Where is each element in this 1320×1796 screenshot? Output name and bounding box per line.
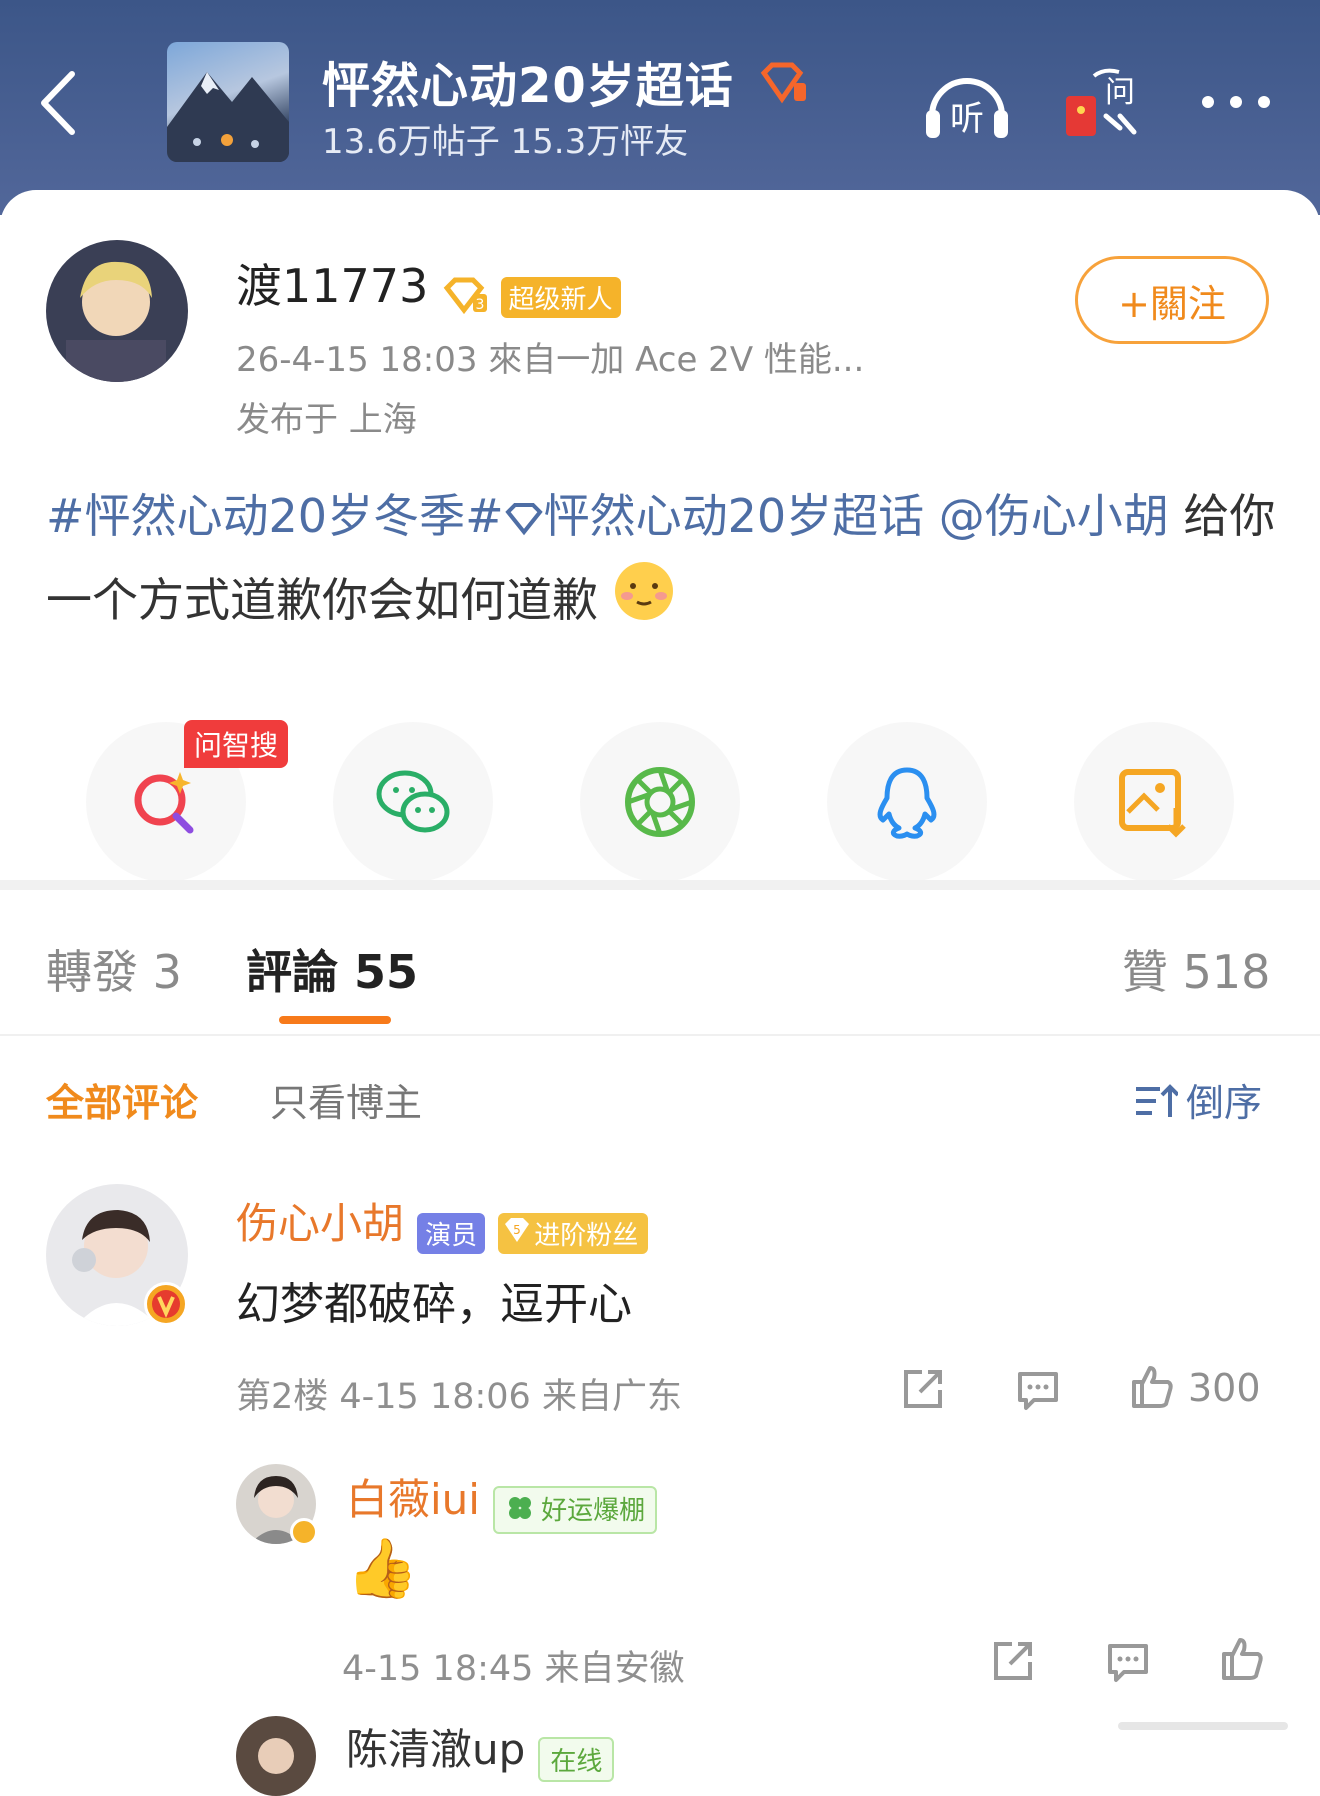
topic-stats: 13.6万帖子 15.3万怦友 <box>322 122 689 162</box>
home-indicator <box>1118 1722 1288 1730</box>
topic-cover-image[interactable] <box>167 42 289 162</box>
svg-text:问: 问 <box>1105 75 1135 110</box>
tab-likes[interactable]: 贊 518 <box>1122 936 1270 1002</box>
author-badge: 超级新人 <box>500 277 621 318</box>
svg-text:5: 5 <box>513 1223 521 1237</box>
verified-v-icon <box>144 1282 188 1326</box>
role-badge: 演员 <box>417 1213 486 1254</box>
qq-icon <box>877 767 937 839</box>
reply-meta: 4-15 18:45 来自安徽 <box>342 1649 685 1689</box>
comment-meta: 第2楼 4-15 18:06 来自广东 <box>236 1377 682 1417</box>
sort-icon <box>1134 1083 1180 1128</box>
follow-button[interactable]: +關注 <box>1075 256 1269 344</box>
post-location: 发布于 上海 <box>236 400 417 440</box>
reply-avatar[interactable] <box>236 1716 316 1796</box>
save-image-button[interactable] <box>1074 722 1234 882</box>
verified-small-icon <box>290 1518 318 1546</box>
luck-badge: 好运爆棚 <box>493 1485 658 1534</box>
moments-share-button[interactable] <box>580 722 740 882</box>
clover-icon <box>505 1493 535 1530</box>
save-image-icon <box>1119 769 1186 838</box>
tab-divider <box>0 1034 1320 1036</box>
comment-text: 幻梦都破碎，逗开心 <box>236 1279 632 1330</box>
listen-icon[interactable]: 听 <box>922 66 1012 146</box>
sort-button[interactable]: 倒序 <box>1134 1072 1262 1128</box>
svg-text:听: 听 <box>950 99 984 139</box>
comment-share-icon[interactable] <box>900 1366 946 1414</box>
reply-header: 陈清澈up 在线 <box>346 1716 615 1782</box>
commenter-name[interactable]: 伤心小胡 <box>236 1199 404 1248</box>
post-content: #怦然心动20岁冬季# 怦然心动20岁超话 @伤心小胡 给你一个方式道歉你会如何道… <box>46 476 1276 646</box>
level-diamond-icon: 3 <box>443 276 491 320</box>
mention-link[interactable]: @伤心小胡 <box>939 489 1169 543</box>
reply-reply-icon[interactable] <box>1104 1640 1152 1688</box>
author-line: 渡11773 3 超级新人 <box>236 250 621 320</box>
reply-name[interactable]: 陈清澈up <box>346 1725 525 1774</box>
reply-name[interactable]: 白薇iui <box>346 1475 480 1524</box>
reply-header: 白薇iui 好运爆棚 <box>346 1466 658 1534</box>
moments-icon <box>625 767 695 837</box>
super-topic-link[interactable]: 怦然心动20岁超话 <box>504 489 924 543</box>
thumbs-up-icon <box>1128 1362 1176 1414</box>
qq-share-button[interactable] <box>827 722 987 882</box>
tab-reposts[interactable]: 轉發 3 <box>46 936 182 1002</box>
hashtag-link[interactable]: #怦然心动20岁冬季# <box>46 489 504 543</box>
reply-share-icon[interactable] <box>990 1638 1036 1686</box>
tab-comments[interactable]: 評論 55 <box>246 936 418 1002</box>
super-topic-diamond-icon <box>758 61 808 117</box>
diamond-icon <box>504 480 544 560</box>
blush-emoji-icon <box>613 560 675 646</box>
ai-search-icon <box>134 772 194 834</box>
svg-text:3: 3 <box>476 297 485 313</box>
comment-reply-icon[interactable] <box>1014 1368 1062 1416</box>
topic-title[interactable]: 怦然心动20岁超话 <box>322 46 808 117</box>
filter-author-only[interactable]: 只看博主 <box>270 1072 422 1127</box>
wechat-share-button[interactable] <box>333 722 493 882</box>
reply-text: 👍 <box>346 1534 419 1602</box>
ask-red-packet-icon[interactable]: 问 <box>1064 66 1142 146</box>
author-name[interactable]: 渡11773 <box>236 259 428 313</box>
active-tab-indicator <box>279 1016 391 1024</box>
more-icon[interactable] <box>1198 92 1276 116</box>
author-avatar[interactable] <box>46 240 188 382</box>
reply-like-icon[interactable] <box>1218 1634 1266 1686</box>
comment-like-count: 300 <box>1188 1366 1261 1410</box>
section-divider <box>0 880 1320 890</box>
fan-badge: 5 进阶粉丝 <box>498 1213 649 1254</box>
comment-header: 伤心小胡 演员 5 进阶粉丝 <box>236 1190 649 1254</box>
post-time-source: 26-4-15 18:03 來自一加 Ace 2V 性能... <box>236 340 865 380</box>
ai-search-tag: 问智搜 <box>184 720 289 768</box>
fan-level-diamond-icon: 5 <box>502 1215 532 1252</box>
back-icon[interactable] <box>38 68 78 138</box>
filter-all-comments[interactable]: 全部评论 <box>46 1072 198 1127</box>
online-badge: 在线 <box>538 1737 615 1782</box>
comment-like-button[interactable]: 300 <box>1128 1362 1261 1414</box>
wechat-icon <box>376 770 450 833</box>
